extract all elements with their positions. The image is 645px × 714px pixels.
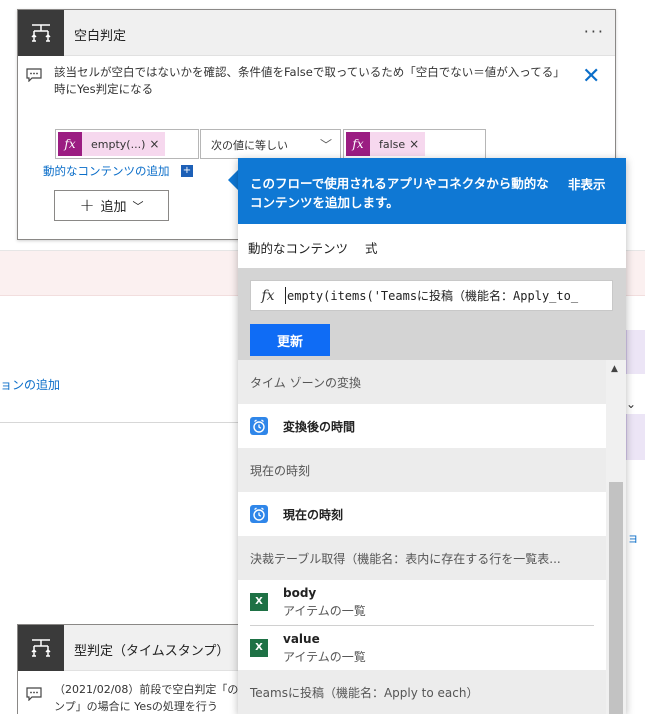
fx-icon: fx — [346, 132, 370, 156]
chevron-down-icon: ﹀ — [132, 199, 144, 213]
tab-expression[interactable]: 式 — [365, 238, 378, 257]
token-label: false — [379, 137, 406, 151]
plus-icon: + — [79, 194, 95, 216]
scrollbar[interactable]: ▲ — [606, 360, 626, 714]
add-button[interactable]: + 追加 ﹀ — [54, 190, 169, 221]
condition-card-header[interactable]: 空白判定 ··· — [18, 10, 615, 56]
second-card-title: 型判定（タイムスタンプ） — [74, 644, 230, 659]
comment-icon — [26, 68, 42, 85]
fx-icon: fx — [261, 287, 275, 304]
add-action-link-right[interactable]: ョ — [627, 529, 639, 546]
expression-editor: fx empty(items('Teamsに投稿（機能名：Apply_to_ 更… — [238, 268, 626, 360]
list-item[interactable]: 現在の時刻 — [238, 492, 606, 536]
list-item-label: 現在の時刻 — [283, 508, 344, 522]
second-card-note: （2021/02/08）前段で空白判定「の ンプ」の場合に Yesの処理を行う — [54, 681, 264, 714]
close-note-icon[interactable]: ✕ — [582, 66, 600, 88]
scroll-up-icon[interactable]: ▲ — [611, 364, 618, 374]
list-item[interactable]: X body アイテムの一覧 — [238, 580, 606, 624]
list-item-label: 変換後の時間 — [283, 420, 356, 434]
remove-token-icon[interactable]: × — [149, 137, 165, 151]
chevron-icon: ⌄ — [626, 397, 637, 411]
second-card-header[interactable]: 型判定（タイムスタンプ） — [18, 625, 261, 671]
list-item-title: value — [283, 632, 320, 646]
clock-icon — [250, 417, 268, 435]
add-action-link[interactable]: ョンの追加 — [0, 376, 60, 393]
group-header: Teamsに投稿（機能名：Apply to each） — [238, 670, 606, 714]
excel-icon: X — [250, 639, 268, 657]
plus-icon[interactable]: + — [181, 165, 193, 177]
add-button-label: 追加 — [100, 200, 127, 215]
operator-select[interactable]: 次の値に等しい ﹀ — [200, 129, 341, 159]
comment-icon — [26, 687, 42, 704]
background-action-card[interactable] — [626, 330, 645, 374]
condition-title: 空白判定 — [74, 29, 127, 44]
expression-token[interactable]: fx false × — [346, 132, 426, 156]
expression-input[interactable]: fx empty(items('Teamsに投稿（機能名：Apply_to_ — [250, 280, 613, 311]
update-button[interactable]: 更新 — [250, 324, 330, 356]
popup-pointer — [228, 170, 238, 190]
popup-header: このフローで使用されるアプリやコネクタから動的なコンテンツを追加します。 非表示 — [238, 158, 626, 224]
condition-branch-icon — [31, 24, 51, 42]
left-operand-field[interactable]: fx empty(...) × — [55, 129, 199, 159]
dynamic-content-list: タイム ゾーンの変換 変換後の時間 現在の時刻 現在の時刻 決裁テーブル取得（機… — [238, 360, 606, 714]
background-action-card[interactable] — [626, 414, 645, 460]
note-line: ンプ」の場合に Yesの処理を行う — [54, 700, 218, 713]
note-line: （2021/02/08）前段で空白判定「の — [54, 683, 239, 696]
more-options-button[interactable]: ··· — [584, 22, 605, 41]
list-item[interactable]: X value アイテムの一覧 — [238, 626, 606, 670]
token-label: empty(...) — [91, 137, 146, 151]
tab-dynamic-content[interactable]: 動的なコンテンツ — [248, 238, 349, 270]
expression-token[interactable]: fx empty(...) × — [58, 132, 166, 156]
second-condition-card: 型判定（タイムスタンプ） （2021/02/08）前段で空白判定「の ンプ」の場… — [17, 624, 262, 714]
excel-icon: X — [250, 593, 268, 611]
condition-note: 該当セルが空白ではないかを確認、条件値をFalseで取っているため「空白でない＝… — [54, 65, 559, 96]
right-operand-field[interactable]: fx false × — [343, 129, 486, 159]
hide-button[interactable]: 非表示 — [568, 174, 606, 193]
condition-branch-icon — [31, 639, 51, 657]
dynamic-content-popup: このフローで使用されるアプリやコネクタから動的なコンテンツを追加します。 非表示… — [238, 158, 626, 714]
popup-tabs: 動的なコンテンツ 式 — [238, 224, 626, 270]
remove-token-icon[interactable]: × — [409, 137, 425, 151]
group-header: タイム ゾーンの変換 — [238, 360, 606, 404]
expression-text: empty(items('Teamsに投稿（機能名：Apply_to_ — [285, 287, 579, 304]
popup-header-text: このフローで使用されるアプリやコネクタから動的なコンテンツを追加します。 — [250, 176, 549, 210]
condition-icon — [18, 10, 64, 56]
list-item-subtitle: アイテムの一覧 — [283, 604, 366, 618]
group-header: 現在の時刻 — [238, 448, 606, 492]
list-item-subtitle: アイテムの一覧 — [283, 650, 366, 664]
operator-value: 次の値に等しい — [211, 139, 288, 152]
fx-icon: fx — [58, 132, 82, 156]
clock-icon — [250, 505, 268, 523]
condition-icon — [18, 625, 64, 671]
list-item[interactable]: 変換後の時間 — [238, 404, 606, 448]
list-item-title: body — [283, 586, 317, 600]
group-header: 決裁テーブル取得（機能名：表内に存在する行を一覧表... — [238, 536, 606, 580]
chevron-down-icon: ﹀ — [319, 138, 332, 152]
scroll-thumb[interactable] — [609, 482, 623, 714]
add-dynamic-content-link[interactable]: 動的なコンテンツの追加 — [43, 163, 170, 179]
